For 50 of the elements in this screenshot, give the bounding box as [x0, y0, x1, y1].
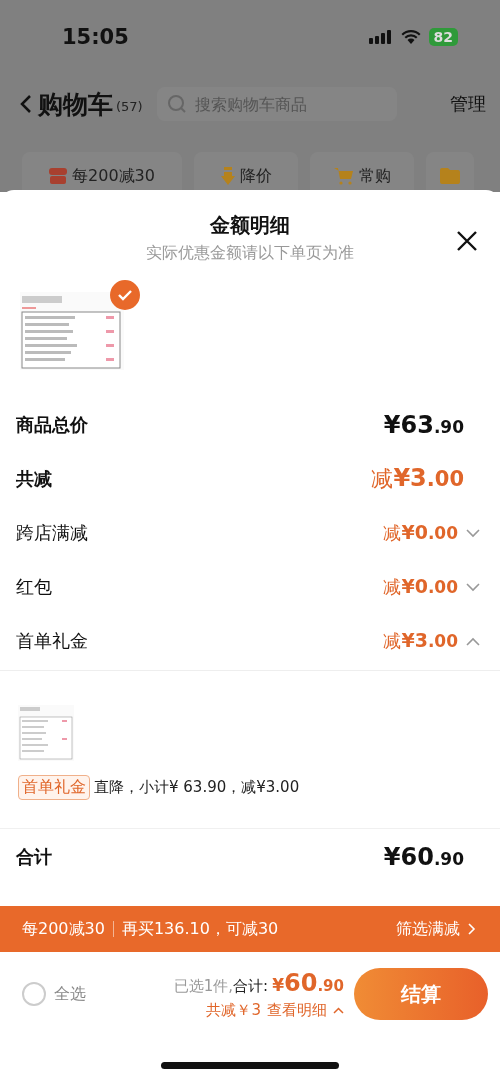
row-label: 合计 [16, 845, 52, 869]
coupon-tag: 首单礼金 [18, 775, 90, 800]
select-all-label[interactable]: 全选 [54, 983, 86, 1005]
status-time: 15:05 [62, 25, 129, 49]
check-badge[interactable] [110, 280, 140, 310]
chevron-up-icon[interactable] [466, 636, 480, 646]
saved-amount: 共减￥3 [206, 1000, 261, 1020]
chevron-up-icon [333, 1006, 344, 1014]
filter-chip[interactable] [426, 152, 474, 192]
down-arrow-icon [220, 167, 235, 185]
filter-chip[interactable]: 降价 [194, 152, 298, 192]
chevron-right-icon [468, 923, 476, 935]
amount-value: ¥63.90 [383, 411, 464, 439]
promo-hint: 再买136.10，可减30 [121, 918, 279, 940]
cart-icon [333, 167, 354, 185]
detail-text: 直降，小计¥ 63.90，减¥3.00 [94, 778, 300, 797]
store-icon [49, 168, 68, 184]
amount-value: 减¥3.00 [371, 464, 464, 494]
row-label: 红包 [16, 575, 52, 599]
select-all-radio[interactable] [22, 982, 46, 1006]
filter-link[interactable]: 筛选满减 [396, 918, 460, 940]
page-title: 购物车 [38, 88, 113, 121]
folder-icon [440, 168, 460, 184]
battery-level: 82 [428, 28, 458, 46]
amount-value: 减¥0.00 [383, 521, 458, 545]
chevron-down-icon[interactable] [466, 528, 480, 538]
wifi-icon [400, 30, 421, 44]
row-label: 跨店满减 [16, 521, 88, 545]
filter-chip[interactable]: 常购 [310, 152, 414, 192]
item-count: (57) [116, 98, 143, 114]
total-price: ¥60.90 [272, 968, 344, 997]
sheet-title: 金额明细 [209, 212, 291, 239]
manage-button[interactable]: 管理 [450, 92, 486, 116]
sheet-subtitle: 实际优惠金额请以下单页为准 [145, 243, 355, 264]
row-label: 共减 [16, 467, 52, 491]
signal-icon [368, 30, 393, 44]
amount-value: 减¥0.00 [383, 575, 458, 599]
filter-chip[interactable]: 每200减30 [22, 152, 182, 192]
total-label: 合计: [233, 976, 269, 996]
row-label: 商品总价 [16, 413, 88, 437]
amount-value: 减¥3.00 [383, 629, 458, 653]
amount-value: ¥60.90 [383, 843, 464, 871]
back-icon[interactable] [20, 94, 32, 114]
promo-rule: 每200减30 [22, 918, 105, 940]
chevron-down-icon[interactable] [466, 582, 480, 592]
view-details-link[interactable]: 查看明细 [267, 1000, 327, 1020]
checkout-button[interactable]: 结算 [354, 968, 488, 1020]
row-label: 首单礼金 [16, 629, 88, 653]
close-icon[interactable] [456, 230, 478, 252]
selected-count: 已选1件, [173, 976, 234, 996]
